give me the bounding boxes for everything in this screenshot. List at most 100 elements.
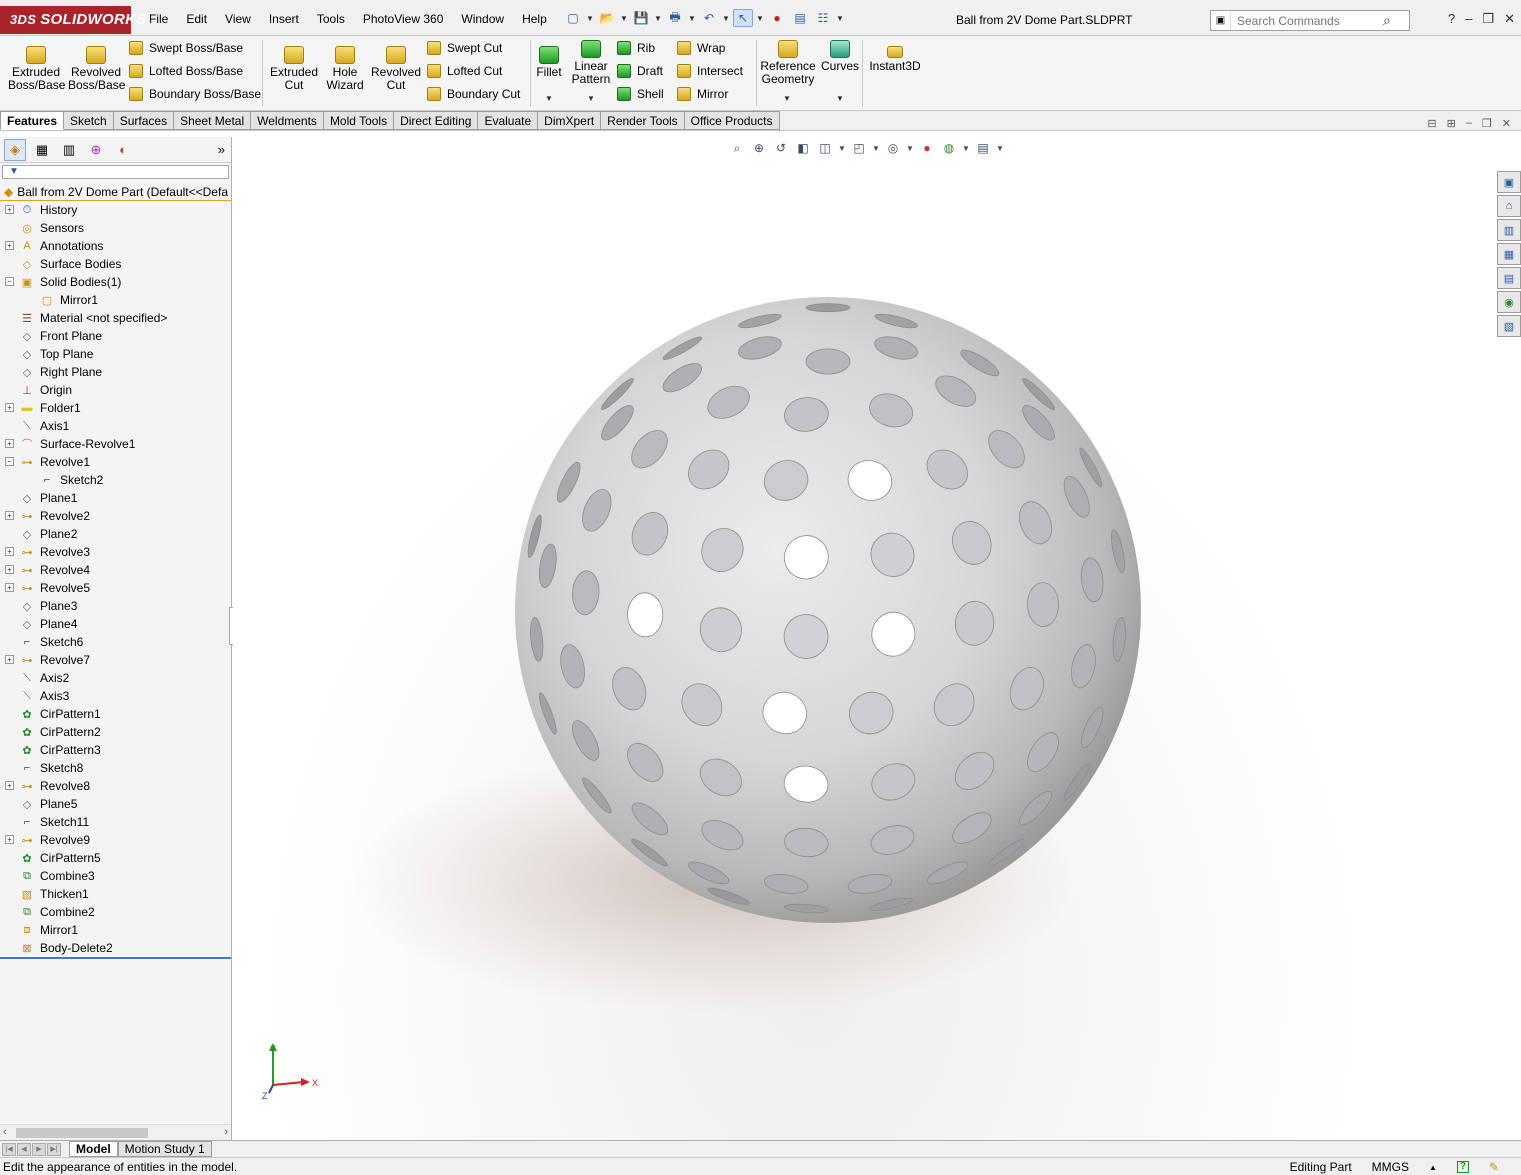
revolved-boss-button[interactable]: Revolved Boss/Base	[68, 46, 125, 92]
tree-item-cirpattern5[interactable]: ✿ CirPattern5	[0, 849, 231, 867]
hide-show-dropdown-icon[interactable]: ▼	[906, 139, 914, 157]
lofted-boss-button[interactable]: Lofted Boss/Base	[129, 64, 243, 78]
quick-tips-icon[interactable]: ?	[1456, 1161, 1469, 1173]
expand-icon[interactable]: +	[5, 547, 14, 556]
tab-office-products[interactable]: Office Products	[684, 111, 780, 130]
undo-dropdown-icon[interactable]: ▼	[722, 9, 730, 27]
tree-item-revolve2[interactable]: + ⊶ Revolve2	[0, 507, 231, 525]
tree-item-revolve4[interactable]: + ⊶ Revolve4	[0, 561, 231, 579]
custom-properties-icon[interactable]: ◉	[1497, 291, 1521, 313]
rebuild-traffic-light-icon[interactable]: ●	[767, 9, 787, 27]
tree-item-cirpattern2[interactable]: ✿ CirPattern2	[0, 723, 231, 741]
linear-pattern-dropdown-icon[interactable]: ▼	[587, 94, 595, 103]
view-orientation-icon[interactable]: ◫	[816, 139, 834, 157]
tree-item-sketch6[interactable]: ⌐ Sketch6	[0, 633, 231, 651]
tab-mold-tools[interactable]: Mold Tools	[323, 111, 395, 130]
tree-item-front-plane[interactable]: ◇ Front Plane	[0, 327, 231, 345]
prev-tab-icon[interactable]: ◀	[17, 1142, 31, 1156]
doc-close-icon[interactable]: ✕	[1502, 117, 1511, 130]
tab-weldments[interactable]: Weldments	[251, 111, 324, 130]
tree-item-history[interactable]: + ⏱ History	[0, 201, 231, 219]
tree-item-revolve1[interactable]: − ⊶ Revolve1	[0, 453, 231, 471]
tree-item-surface-bodies[interactable]: ◇ Surface Bodies	[0, 255, 231, 273]
tree-item-annotations[interactable]: + A Annotations	[0, 237, 231, 255]
boundary-boss-button[interactable]: Boundary Boss/Base	[129, 87, 261, 101]
draft-button[interactable]: Draft	[617, 64, 663, 78]
lofted-cut-button[interactable]: Lofted Cut	[427, 64, 502, 78]
save-icon[interactable]: 💾	[631, 9, 651, 27]
tree-item-cirpattern3[interactable]: ✿ CirPattern3	[0, 741, 231, 759]
swept-boss-button[interactable]: Swept Boss/Base	[129, 41, 243, 55]
tree-item-plane3[interactable]: ◇ Plane3	[0, 597, 231, 615]
display-style-icon[interactable]: ◰	[850, 139, 868, 157]
open-dropdown-icon[interactable]: ▼	[620, 9, 628, 27]
tree-item-axis3[interactable]: ⟍ Axis3	[0, 687, 231, 705]
expand-icon[interactable]: +	[5, 439, 14, 448]
revolved-cut-button[interactable]: Revolved Cut	[370, 46, 422, 92]
tree-item-revolve8[interactable]: + ⊶ Revolve8	[0, 777, 231, 795]
units-up-icon[interactable]: ▲	[1429, 1163, 1437, 1172]
apply-scene-dropdown-icon[interactable]: ▼	[962, 139, 970, 157]
tab-features[interactable]: Features	[0, 111, 65, 130]
expand-panel-icon[interactable]: »	[218, 142, 225, 157]
menu-window[interactable]: Window	[452, 10, 513, 28]
tree-item-axis1[interactable]: ⟍ Axis1	[0, 417, 231, 435]
units-selector[interactable]: MMGS	[1372, 1160, 1409, 1174]
previous-view-icon[interactable]: ↺	[772, 139, 790, 157]
tree-item-combine3[interactable]: ⧉ Combine3	[0, 867, 231, 885]
tree-item-folder1[interactable]: + ▬ Folder1	[0, 399, 231, 417]
expand-icon[interactable]: +	[5, 781, 14, 790]
file-properties-icon[interactable]: ▤	[790, 9, 810, 27]
search-icon[interactable]: ⌕	[1383, 12, 1391, 29]
scroll-right-icon[interactable]: ›	[224, 1126, 228, 1138]
tree-item-sketch11[interactable]: ⌐ Sketch11	[0, 813, 231, 831]
last-tab-icon[interactable]: ▶|	[47, 1142, 61, 1156]
linear-pattern-button[interactable]: Linear Pattern	[569, 40, 613, 86]
feature-tree-root[interactable]: ◆ Ball from 2V Dome Part (Default<<Defa	[0, 184, 231, 201]
tree-item-solid-bodies-1[interactable]: − ▣ Solid Bodies(1)	[0, 273, 231, 291]
dimxpert-manager-tab-icon[interactable]: ⊕	[85, 139, 107, 161]
menu-file[interactable]: File	[140, 10, 177, 28]
wrap-button[interactable]: Wrap	[677, 41, 725, 55]
scroll-left-icon[interactable]: ‹	[3, 1126, 7, 1138]
hole-wizard-button[interactable]: Hole Wizard	[322, 46, 368, 92]
tree-item-sensors[interactable]: ◎ Sensors	[0, 219, 231, 237]
select-dropdown-icon[interactable]: ▼	[756, 9, 764, 27]
menu-edit[interactable]: Edit	[177, 10, 216, 28]
appearances-scenes-icon[interactable]: ▤	[1497, 267, 1521, 289]
restore-icon[interactable]: ❐	[1482, 11, 1494, 27]
minimize-icon[interactable]: –	[1465, 11, 1472, 27]
display-manager-tab-icon[interactable]: ◐	[112, 139, 134, 161]
tree-item-mirror1[interactable]: ▢ Mirror1	[0, 291, 231, 309]
options-dropdown-icon[interactable]: ▼	[836, 9, 844, 27]
solidworks-resources-icon[interactable]: ▣	[1497, 171, 1521, 193]
tree-filter-icon[interactable]: ▼	[2, 165, 229, 179]
mirror-button[interactable]: Mirror	[677, 87, 728, 101]
file-explorer-icon[interactable]: ▥	[1497, 219, 1521, 241]
graphics-area[interactable]: ⌕ ⊕ ↺ ◧ ◫ ▼ ◰ ▼ ◎ ▼ ● ◍ ▼ ▤ ▼ ▣ ⌂ ▥ ▦ ▤ …	[233, 131, 1521, 1140]
tab-sheet-metal[interactable]: Sheet Metal	[174, 111, 252, 130]
tree-item-body-delete2[interactable]: ⊠ Body-Delete2	[0, 939, 231, 957]
search-input[interactable]	[1231, 13, 1381, 28]
new-document-icon[interactable]: ▢	[563, 9, 583, 27]
display-style-dropdown-icon[interactable]: ▼	[872, 139, 880, 157]
print-dropdown-icon[interactable]: ▼	[688, 9, 696, 27]
save-dropdown-icon[interactable]: ▼	[654, 9, 662, 27]
swept-cut-button[interactable]: Swept Cut	[427, 41, 502, 55]
tree-item-material-not-specified[interactable]: ☰ Material <not specified>	[0, 309, 231, 327]
tree-item-cirpattern1[interactable]: ✿ CirPattern1	[0, 705, 231, 723]
instant3d-button[interactable]: Instant3D	[866, 46, 924, 73]
first-tab-icon[interactable]: |◀	[2, 1142, 16, 1156]
tab-render-tools[interactable]: Render Tools	[601, 111, 685, 130]
solidworks-logo[interactable]: 3DS SOLIDWORKS	[0, 6, 146, 34]
menu-tools[interactable]: Tools	[308, 10, 354, 28]
expand-icon[interactable]: +	[5, 655, 14, 664]
new-dropdown-icon[interactable]: ▼	[586, 9, 594, 27]
fillet-dropdown-icon[interactable]: ▼	[545, 94, 553, 103]
view-settings-icon[interactable]: ▤	[974, 139, 992, 157]
view-orientation-dropdown-icon[interactable]: ▼	[838, 139, 846, 157]
configuration-manager-tab-icon[interactable]: ▥	[58, 139, 80, 161]
tab-surfaces[interactable]: Surfaces	[113, 111, 175, 130]
rollback-bar[interactable]	[0, 957, 231, 959]
menu-insert[interactable]: Insert	[260, 10, 308, 28]
